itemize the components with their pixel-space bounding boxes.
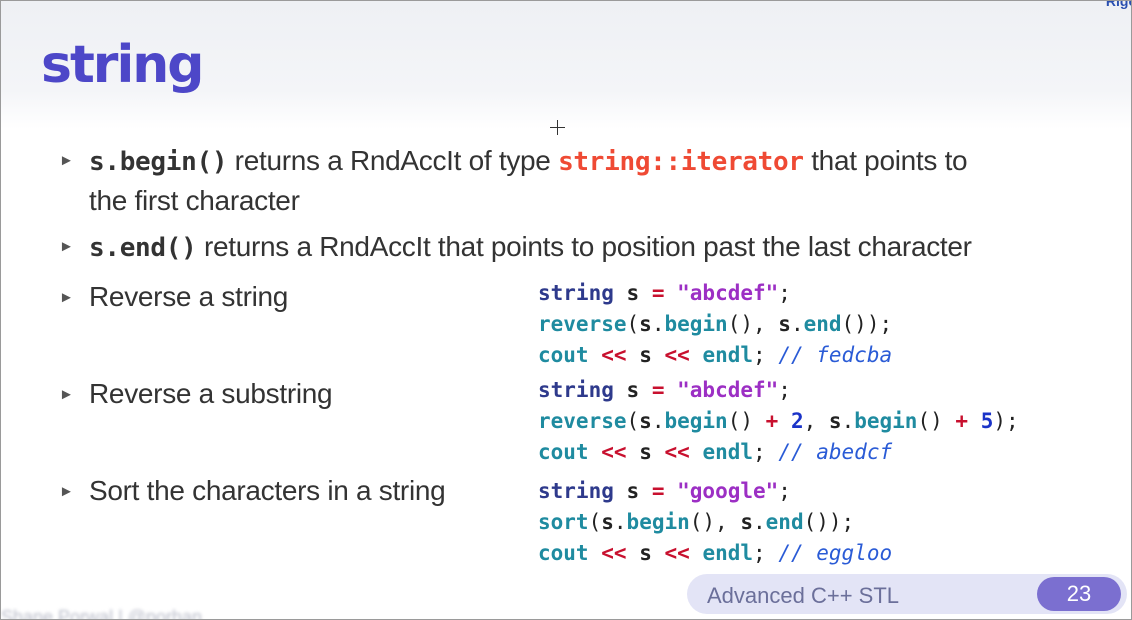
bullet-begin-line2: the first character: [89, 185, 300, 216]
page-number-badge: 23: [1037, 577, 1121, 611]
bullet-arrow-icon: ►: [59, 152, 74, 169]
bullet-end-text: returns a RndAccIt that points to positi…: [196, 231, 972, 262]
code-iterator-type: string::iterator: [558, 147, 804, 177]
code-string-literal: "abcdef": [677, 281, 779, 305]
footer-pill: Advanced C++ STL 23: [687, 574, 1127, 614]
bullet-arrow-icon: ►: [59, 483, 74, 500]
bullet-reverse-string: Reverse a string: [89, 281, 289, 312]
bullet-arrow-icon: ►: [59, 238, 74, 255]
crosshair-cursor-icon: [550, 120, 565, 135]
corner-watermark: Rigo: [1105, 0, 1131, 9]
code-end: s.end(): [89, 233, 197, 263]
footer-label: Advanced C++ STL: [707, 583, 900, 608]
code-block-reverse-string: string s = "abcdef"; reverse(s.begin(), …: [538, 281, 893, 367]
code-block-sort: string s = "google"; sort(s.begin(), s.e…: [538, 479, 893, 565]
code-number: 2: [790, 409, 804, 433]
code-comment: // eggloo: [778, 541, 893, 565]
code-begin: s.begin(): [89, 147, 228, 177]
bullet-begin-text-2: that points to: [803, 145, 968, 176]
code-number: 5: [980, 409, 994, 433]
slide: string Rigo ► s.begin() returns a RndAcc…: [0, 0, 1132, 620]
slide-title: string: [41, 35, 205, 95]
code-comment: // fedcba: [778, 343, 893, 367]
code-comment: // abedcf: [778, 440, 893, 464]
bullet-end: s.end() returns a RndAccIt that points t…: [89, 231, 972, 263]
code-string-literal: "abcdef": [677, 378, 779, 402]
bullet-begin-text-1: returns a RndAccIt of type: [227, 145, 559, 176]
presenter-watermark: Shane Porwal | @porhan: [1, 607, 203, 620]
bullet-arrow-icon: ►: [59, 386, 74, 403]
bullet-arrow-icon: ►: [59, 289, 74, 306]
bullet-sort-chars: Sort the characters in a string: [89, 475, 446, 506]
bullet-reverse-substring: Reverse a substring: [89, 378, 333, 409]
code-block-reverse-substring: string s = "abcdef"; reverse(s.begin() +…: [538, 378, 1019, 464]
bullet-begin: s.begin() returns a RndAccIt of type str…: [89, 145, 968, 177]
code-string-literal: "google": [677, 479, 779, 503]
